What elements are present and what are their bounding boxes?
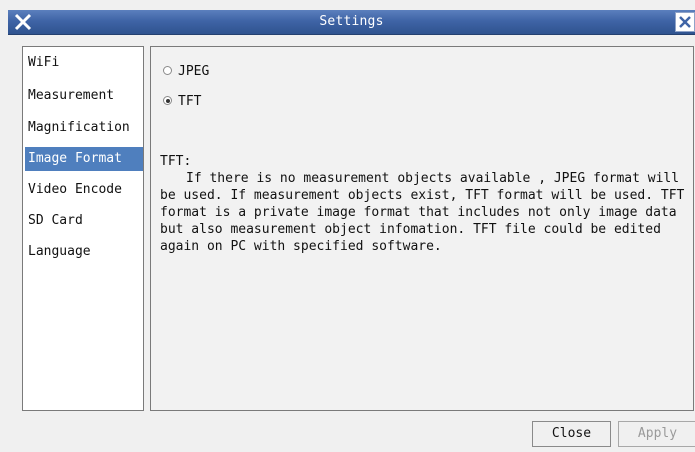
jpeg-option[interactable]: JPEG bbox=[163, 63, 209, 81]
sidebar-item-video-encode[interactable]: Video Encode bbox=[25, 178, 143, 202]
tft-radio[interactable] bbox=[163, 96, 172, 105]
apply-button[interactable]: Apply bbox=[618, 421, 695, 447]
close-button[interactable]: Close bbox=[532, 421, 611, 447]
jpeg-radio[interactable] bbox=[163, 66, 172, 75]
sidebar-item-sd-card[interactable]: SD Card bbox=[25, 209, 143, 233]
description-body: If there is no measurement objects avail… bbox=[160, 171, 685, 254]
description-title: TFT: bbox=[160, 154, 192, 169]
format-description: TFT: If there is no measurement objects … bbox=[160, 153, 690, 255]
settings-window: Settings WiFi Measurement Magnification … bbox=[0, 0, 695, 452]
image-format-panel: JPEG TFT TFT: If there is no measurement… bbox=[150, 46, 694, 411]
sidebar-item-measurement[interactable]: Measurement bbox=[25, 84, 143, 108]
title-bar[interactable]: Settings bbox=[8, 10, 695, 35]
sidebar-item-wifi[interactable]: WiFi bbox=[25, 51, 143, 75]
jpeg-label: JPEG bbox=[178, 64, 210, 79]
window-title: Settings bbox=[319, 14, 384, 29]
tft-option[interactable]: TFT bbox=[163, 93, 201, 111]
settings-category-list: WiFi Measurement Magnification Image For… bbox=[22, 46, 144, 411]
close-window-button[interactable] bbox=[675, 12, 695, 32]
sidebar-item-image-format[interactable]: Image Format bbox=[25, 147, 143, 171]
sidebar-item-language[interactable]: Language bbox=[25, 240, 143, 264]
close-x-icon bbox=[679, 16, 691, 28]
tft-label: TFT bbox=[178, 94, 202, 109]
sidebar-item-magnification[interactable]: Magnification bbox=[25, 116, 143, 140]
